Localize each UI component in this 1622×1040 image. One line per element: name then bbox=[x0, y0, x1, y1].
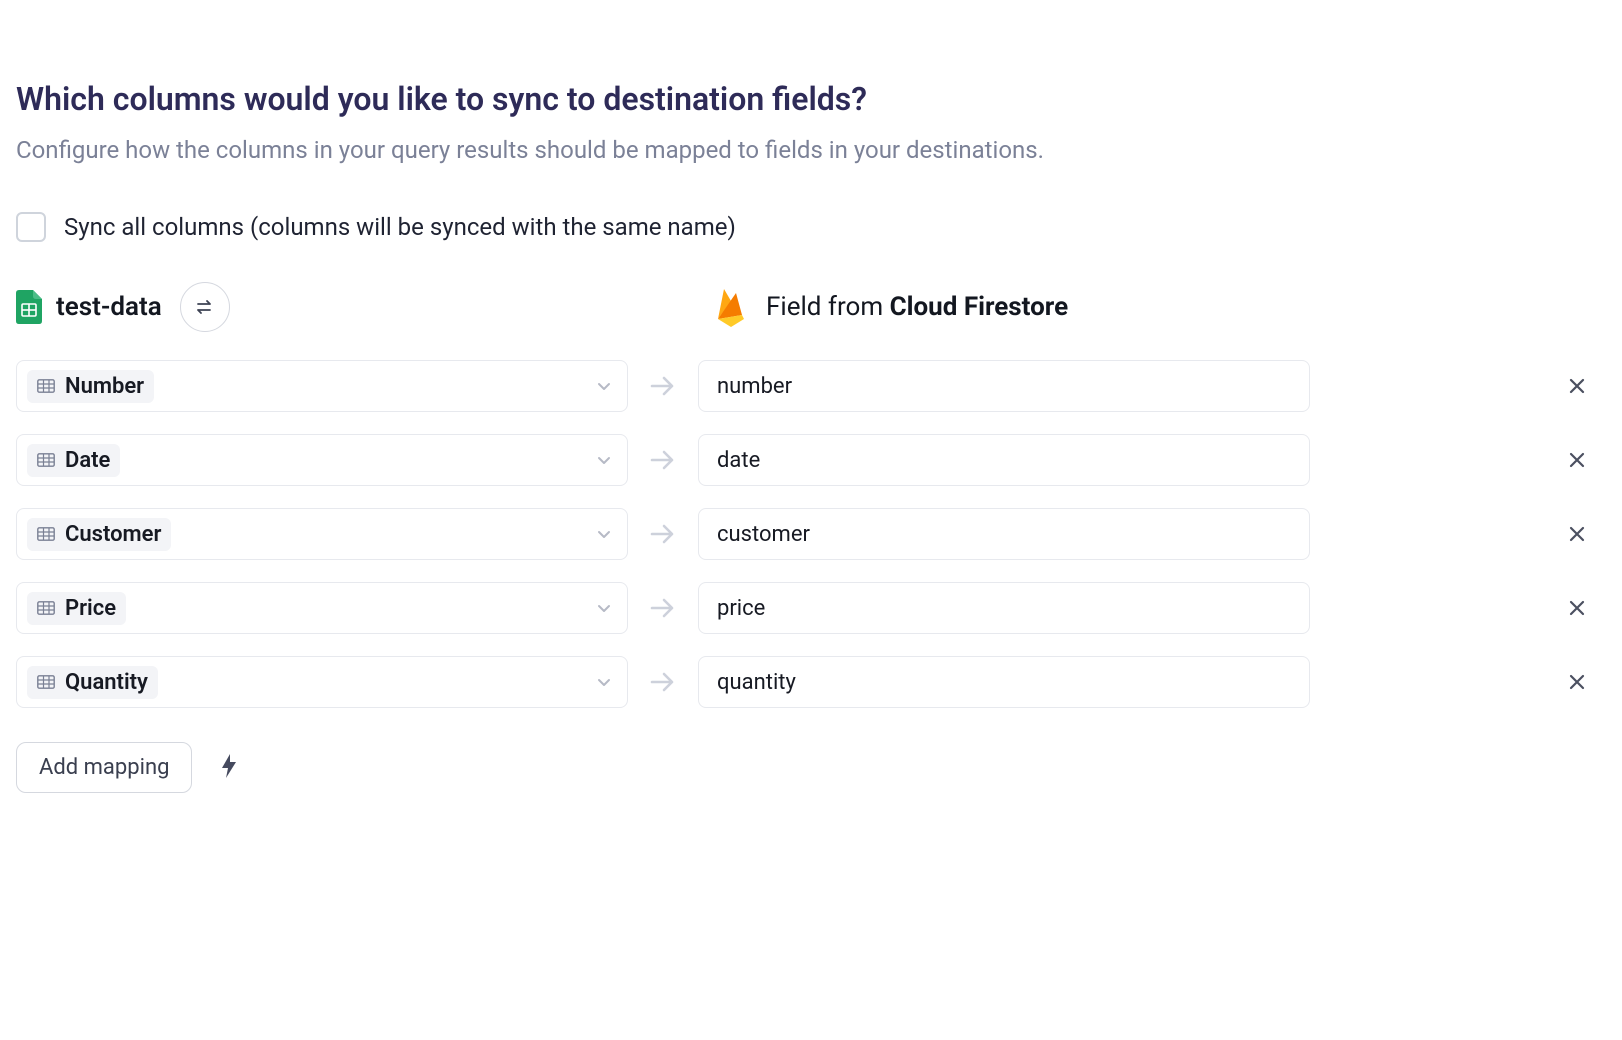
close-icon bbox=[1567, 450, 1587, 470]
page-title: Which columns would you like to sync to … bbox=[16, 80, 1606, 118]
source-column-name: Price bbox=[65, 596, 116, 621]
destination-header: Field from Cloud Firestore bbox=[714, 287, 1068, 327]
destination-field-input[interactable] bbox=[698, 582, 1310, 634]
column-chip: Quantity bbox=[27, 666, 158, 699]
table-icon bbox=[37, 675, 55, 689]
remove-mapping-button[interactable] bbox=[1554, 672, 1606, 692]
source-column-select[interactable]: Customer bbox=[16, 508, 628, 560]
mapping-arrow bbox=[628, 375, 698, 397]
arrow-right-icon bbox=[650, 671, 676, 693]
sync-all-label: Sync all columns (columns will be synced… bbox=[64, 213, 736, 241]
remove-mapping-button[interactable] bbox=[1554, 376, 1606, 396]
chevron-down-icon bbox=[595, 451, 613, 469]
remove-mapping-button[interactable] bbox=[1554, 450, 1606, 470]
destination-field-input[interactable] bbox=[698, 434, 1310, 486]
table-icon bbox=[37, 453, 55, 467]
destination-field-input[interactable] bbox=[698, 656, 1310, 708]
mapping-arrow bbox=[628, 671, 698, 693]
table-icon bbox=[37, 601, 55, 615]
column-headers: test-data Field from Cloud Firestore bbox=[16, 282, 1606, 332]
source-column-select[interactable]: Price bbox=[16, 582, 628, 634]
destination-field-input[interactable] bbox=[698, 360, 1310, 412]
source-column-name: Quantity bbox=[65, 670, 148, 695]
mapping-row: Date bbox=[16, 434, 1606, 486]
close-icon bbox=[1567, 672, 1587, 692]
source-header: test-data bbox=[16, 282, 644, 332]
remove-mapping-button[interactable] bbox=[1554, 524, 1606, 544]
destination-label: Field from Cloud Firestore bbox=[766, 292, 1068, 322]
mappings-list: Number bbox=[16, 360, 1606, 708]
google-sheets-icon bbox=[16, 290, 42, 324]
chevron-down-icon bbox=[595, 599, 613, 617]
source-column-name: Number bbox=[65, 374, 144, 399]
mapping-arrow bbox=[628, 449, 698, 471]
mapping-row: Quantity bbox=[16, 656, 1606, 708]
firebase-icon bbox=[714, 287, 748, 327]
source-column-select[interactable]: Number bbox=[16, 360, 628, 412]
sync-all-row: Sync all columns (columns will be synced… bbox=[16, 212, 1606, 242]
chevron-down-icon bbox=[595, 377, 613, 395]
add-mapping-button[interactable]: Add mapping bbox=[16, 742, 192, 793]
destination-provider: Cloud Firestore bbox=[890, 292, 1069, 322]
table-icon bbox=[37, 527, 55, 541]
source-column-select[interactable]: Date bbox=[16, 434, 628, 486]
footer-row: Add mapping bbox=[16, 742, 1606, 793]
table-icon bbox=[37, 379, 55, 393]
column-chip: Price bbox=[27, 592, 126, 625]
close-icon bbox=[1567, 524, 1587, 544]
arrow-right-icon bbox=[650, 523, 676, 545]
mapping-arrow bbox=[628, 523, 698, 545]
sync-all-checkbox[interactable] bbox=[16, 212, 46, 242]
arrow-right-icon bbox=[650, 597, 676, 619]
source-column-name: Customer bbox=[65, 522, 161, 547]
mapping-row: Price bbox=[16, 582, 1606, 634]
refresh-columns-button[interactable] bbox=[180, 282, 230, 332]
source-name: test-data bbox=[56, 292, 162, 322]
swap-icon bbox=[195, 299, 215, 315]
close-icon bbox=[1567, 376, 1587, 396]
arrow-right-icon bbox=[650, 449, 676, 471]
source-column-name: Date bbox=[65, 448, 110, 473]
arrow-right-icon bbox=[650, 375, 676, 397]
column-chip: Customer bbox=[27, 518, 171, 551]
mapping-arrow bbox=[628, 597, 698, 619]
mapping-row: Customer bbox=[16, 508, 1606, 560]
destination-prefix: Field from bbox=[766, 292, 890, 322]
chevron-down-icon bbox=[595, 673, 613, 691]
destination-field-input[interactable] bbox=[698, 508, 1310, 560]
mapping-row: Number bbox=[16, 360, 1606, 412]
remove-mapping-button[interactable] bbox=[1554, 598, 1606, 618]
bolt-icon[interactable] bbox=[220, 754, 238, 782]
chevron-down-icon bbox=[595, 525, 613, 543]
page-subtitle: Configure how the columns in your query … bbox=[16, 136, 1606, 164]
source-column-select[interactable]: Quantity bbox=[16, 656, 628, 708]
column-chip: Date bbox=[27, 444, 120, 477]
close-icon bbox=[1567, 598, 1587, 618]
column-chip: Number bbox=[27, 370, 154, 403]
